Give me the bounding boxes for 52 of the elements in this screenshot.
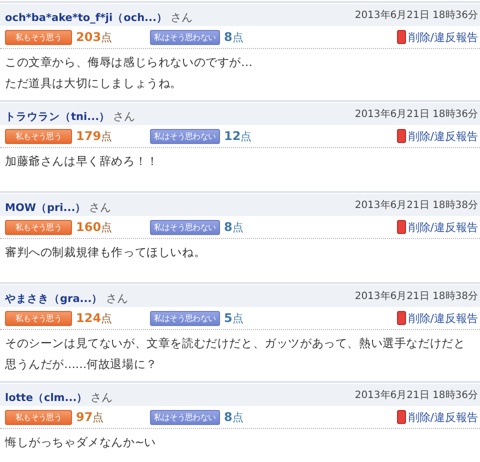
comment-text: この文章から、侮辱は感じられないのですが…: [5, 54, 252, 71]
report-link[interactable]: 削除/違反報告: [397, 30, 478, 44]
points-unit: 点: [232, 30, 244, 44]
points-unit: 点: [232, 310, 244, 326]
disagree-points: 8: [224, 30, 232, 44]
comment-text: 思うんだが……何故退場に？: [5, 356, 158, 373]
comment-text: 加藤爺さんは早く辞めろ！！: [5, 153, 158, 170]
agree-points: 203: [76, 30, 102, 44]
report-link[interactable]: 削除/違反報告: [397, 410, 478, 424]
points-unit: 点: [232, 410, 244, 424]
report-link[interactable]: 削除/違反報告: [397, 128, 478, 144]
disagree-points: 8: [224, 220, 232, 234]
post-date: 2013年6月21日 18時36分: [354, 108, 478, 121]
user-name[interactable]: MOW（pri...）: [5, 202, 86, 214]
comment-text: そのシーンは見てないが、文章を読むだけだと、ガッツがあって、熱い選手なだけだと: [5, 335, 466, 352]
report-link[interactable]: 削除/違反報告: [397, 220, 478, 234]
agree-points: 160: [76, 220, 102, 234]
points-unit: 点: [101, 30, 112, 44]
report-icon: [397, 311, 406, 325]
honorific: さん: [90, 390, 113, 404]
points-unit: 点: [240, 128, 252, 144]
user-name[interactable]: lotte（clm...）: [5, 392, 88, 404]
post-date: 2013年6月21日 18時36分: [354, 8, 478, 22]
agree-points: 179: [76, 128, 102, 142]
user-name[interactable]: och*ba*ake*to_f*ji（och...）: [5, 12, 168, 24]
points-unit: 点: [101, 128, 112, 144]
report-icon: [397, 129, 406, 143]
user-name[interactable]: トラウラン（tni...）: [5, 110, 110, 122]
disagree-points: 12: [224, 128, 241, 142]
post-date: 2013年6月21日 18時38分: [354, 198, 478, 212]
honorific: さん: [170, 10, 193, 24]
comment-text: 審判への制裁規律も作ってほしいね。: [5, 244, 206, 261]
honorific: さん: [113, 110, 136, 122]
honorific: さん: [89, 200, 112, 214]
points-unit: 点: [101, 310, 112, 326]
post-date: 2013年6月21日 18時38分: [354, 290, 478, 303]
comment-text: ただ道具は大切にしましょうね。: [5, 75, 182, 92]
report-icon: [397, 220, 406, 234]
user-name[interactable]: やまさき（gra...）: [5, 292, 103, 304]
report-icon: [397, 30, 406, 44]
post-date: 2013年6月21日 18時36分: [354, 388, 478, 402]
disagree-points: 5: [224, 310, 232, 324]
disagree-points: 8: [224, 410, 232, 424]
agree-points: 97: [76, 410, 93, 424]
report-icon: [397, 410, 406, 424]
points-unit: 点: [232, 220, 244, 234]
report-link[interactable]: 削除/違反報告: [397, 310, 478, 326]
honorific: さん: [106, 292, 128, 304]
points-unit: 点: [92, 410, 104, 424]
comment-text: 悔しがっちゃダメなんか~い: [5, 434, 156, 451]
points-unit: 点: [101, 220, 112, 234]
agree-points: 124: [76, 310, 102, 324]
